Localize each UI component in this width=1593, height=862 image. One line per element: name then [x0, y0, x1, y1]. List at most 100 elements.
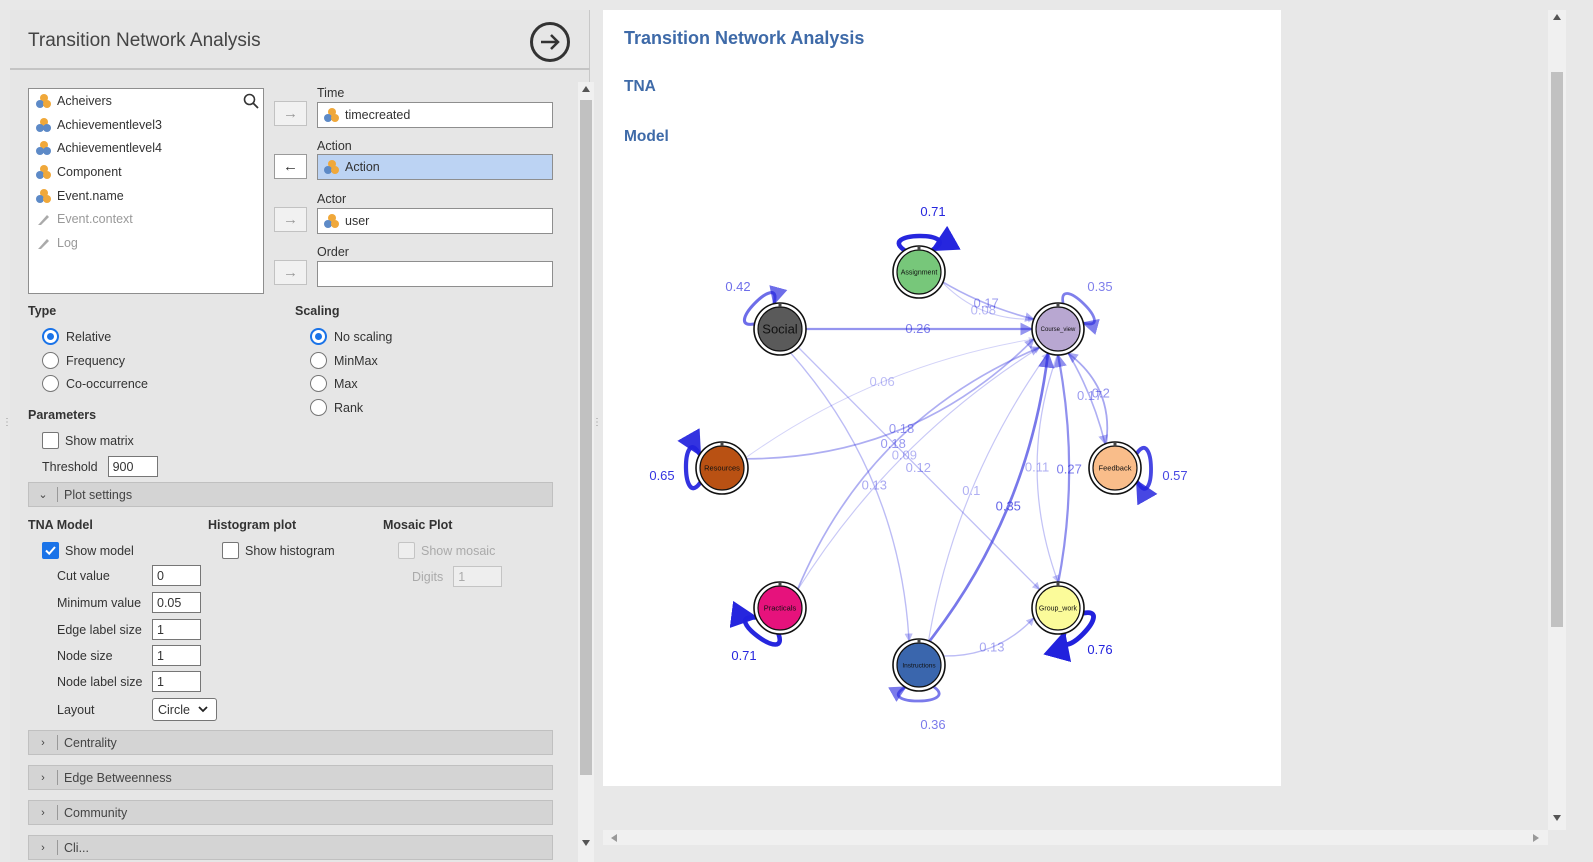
- radio-circle[interactable]: [310, 375, 327, 392]
- digits-field: Digits 1: [412, 566, 503, 587]
- scrollbar-thumb[interactable]: [1551, 72, 1563, 627]
- node-size-field: Node size 1: [57, 645, 201, 666]
- results-vertical-scrollbar[interactable]: [1548, 10, 1566, 830]
- variable-name: Event.name: [57, 188, 124, 203]
- radio-circle[interactable]: [42, 375, 59, 392]
- edge-label: 0.17: [1077, 388, 1102, 403]
- type-cooccurrence-radio[interactable]: Co-occurrence: [42, 375, 148, 392]
- edge-label: 0.1: [962, 483, 980, 498]
- type-frequency-radio[interactable]: Frequency: [42, 352, 125, 369]
- type-relative-radio[interactable]: Relative: [42, 328, 111, 345]
- variable-name: Log: [57, 235, 78, 250]
- node-label: Resources: [704, 464, 740, 473]
- node-label: Practicals: [764, 604, 797, 613]
- edge-betweenness-section[interactable]: › Edge Betweenness: [28, 765, 553, 790]
- edge-label: 0.13: [979, 639, 1004, 654]
- options-scrollbar[interactable]: [578, 82, 594, 862]
- radio-circle[interactable]: [42, 352, 59, 369]
- node-size-label: Node size: [57, 648, 113, 663]
- move-time-button[interactable]: →: [274, 101, 307, 126]
- radio-circle[interactable]: [310, 328, 327, 345]
- node-group_work: Group_work: [1031, 581, 1085, 635]
- go-to-results-button[interactable]: [530, 22, 570, 62]
- chevron-right-icon: ›: [41, 736, 45, 749]
- panel-splitter-left[interactable]: ⋮: [2, 418, 12, 428]
- search-icon[interactable]: [243, 93, 259, 109]
- min-value-input[interactable]: 0.05: [152, 592, 201, 613]
- checkbox-box[interactable]: [222, 542, 239, 559]
- self-loop-label: 0.71: [731, 648, 756, 663]
- community-section[interactable]: › Community: [28, 800, 553, 825]
- actor-label: Actor: [317, 192, 347, 206]
- ordinal-variable-icon: [36, 117, 52, 132]
- radio-circle[interactable]: [310, 399, 327, 416]
- actor-field[interactable]: user: [317, 208, 553, 234]
- nominal-variable-icon: [36, 93, 52, 108]
- nominal-variable-icon: [36, 164, 52, 179]
- edge-label-size-input[interactable]: 1: [152, 619, 201, 640]
- variable-item[interactable]: Achievementlevel3: [29, 113, 263, 137]
- variable-item[interactable]: Acheivers: [29, 89, 263, 113]
- scroll-down-icon[interactable]: [1553, 815, 1561, 821]
- time-value: timecreated: [345, 108, 411, 122]
- node-label-size-label: Node label size: [57, 674, 143, 689]
- panel-splitter[interactable]: ⋮: [592, 418, 602, 428]
- radio-label: Frequency: [66, 353, 126, 368]
- scaling-max-radio[interactable]: Max: [310, 375, 358, 392]
- checkbox-box[interactable]: [42, 432, 59, 449]
- variable-item[interactable]: Event.context: [29, 207, 263, 231]
- plot-settings-section[interactable]: ⌄ Plot settings: [28, 482, 553, 507]
- scroll-up-icon[interactable]: [582, 86, 590, 92]
- scroll-down-icon[interactable]: [582, 840, 590, 846]
- variable-item[interactable]: Achievementlevel4: [29, 136, 263, 160]
- scaling-rank-radio[interactable]: Rank: [310, 399, 363, 416]
- variable-item[interactable]: Event.name: [29, 184, 263, 208]
- cliques-section[interactable]: › Cli...: [28, 835, 553, 860]
- action-field[interactable]: Action: [317, 154, 553, 180]
- node-label-size-input[interactable]: 1: [152, 671, 201, 692]
- radio-circle[interactable]: [310, 352, 327, 369]
- options-header: Transition Network Analysis: [10, 10, 590, 70]
- variable-name: Achievementlevel3: [57, 117, 162, 132]
- edge-label: 0.13: [862, 478, 887, 493]
- move-order-button[interactable]: →: [274, 260, 307, 285]
- chevron-down-icon: ⌄: [38, 489, 48, 501]
- results-horizontal-scrollbar[interactable]: [603, 830, 1548, 845]
- tna-network-plot: 0.260.170.080.180.180.350.270.20.170.110…: [649, 204, 1187, 732]
- checkbox-box[interactable]: [42, 542, 59, 559]
- node-size-input[interactable]: 1: [152, 645, 201, 666]
- radio-circle[interactable]: [42, 328, 59, 345]
- cut-value-input[interactable]: 0: [152, 565, 201, 586]
- show-histogram-checkbox[interactable]: Show histogram: [222, 542, 335, 559]
- text-variable-icon: [38, 215, 49, 226]
- move-actor-button[interactable]: →: [274, 207, 307, 232]
- self-loop-label: 0.71: [920, 204, 945, 219]
- scroll-left-icon[interactable]: [611, 834, 617, 842]
- edge-label: 0.26: [905, 321, 930, 336]
- variable-name: Achievementlevel4: [57, 141, 162, 156]
- variable-item[interactable]: Log: [29, 231, 263, 255]
- scaling-none-radio[interactable]: No scaling: [310, 328, 392, 345]
- results-subtitle: TNA: [624, 78, 656, 95]
- show-matrix-checkbox[interactable]: Show matrix: [42, 432, 134, 449]
- time-field[interactable]: timecreated: [317, 102, 553, 128]
- node-feedback: Feedback: [1088, 441, 1142, 495]
- layout-select[interactable]: Circle: [152, 698, 217, 721]
- scrollbar-thumb[interactable]: [580, 100, 592, 775]
- digits-input: 1: [453, 566, 503, 587]
- edge-label-size-field: Edge label size 1: [57, 619, 201, 640]
- actor-value: user: [345, 214, 370, 228]
- order-field[interactable]: [317, 261, 553, 287]
- arrow-right-icon: →: [283, 211, 298, 228]
- threshold-input[interactable]: 900: [107, 456, 158, 477]
- scroll-right-icon[interactable]: [1533, 834, 1539, 842]
- centrality-section[interactable]: › Centrality: [28, 730, 553, 755]
- scaling-minmax-radio[interactable]: MinMax: [310, 352, 378, 369]
- variable-list[interactable]: Acheivers Achievementlevel3 Achievementlev…: [28, 88, 264, 294]
- digits-label: Digits: [412, 569, 444, 584]
- move-action-button[interactable]: ←: [274, 154, 307, 179]
- variable-item[interactable]: Component: [29, 160, 263, 184]
- node-label: Social: [762, 322, 798, 337]
- show-model-checkbox[interactable]: Show model: [42, 542, 134, 559]
- scroll-up-icon[interactable]: [1553, 14, 1561, 20]
